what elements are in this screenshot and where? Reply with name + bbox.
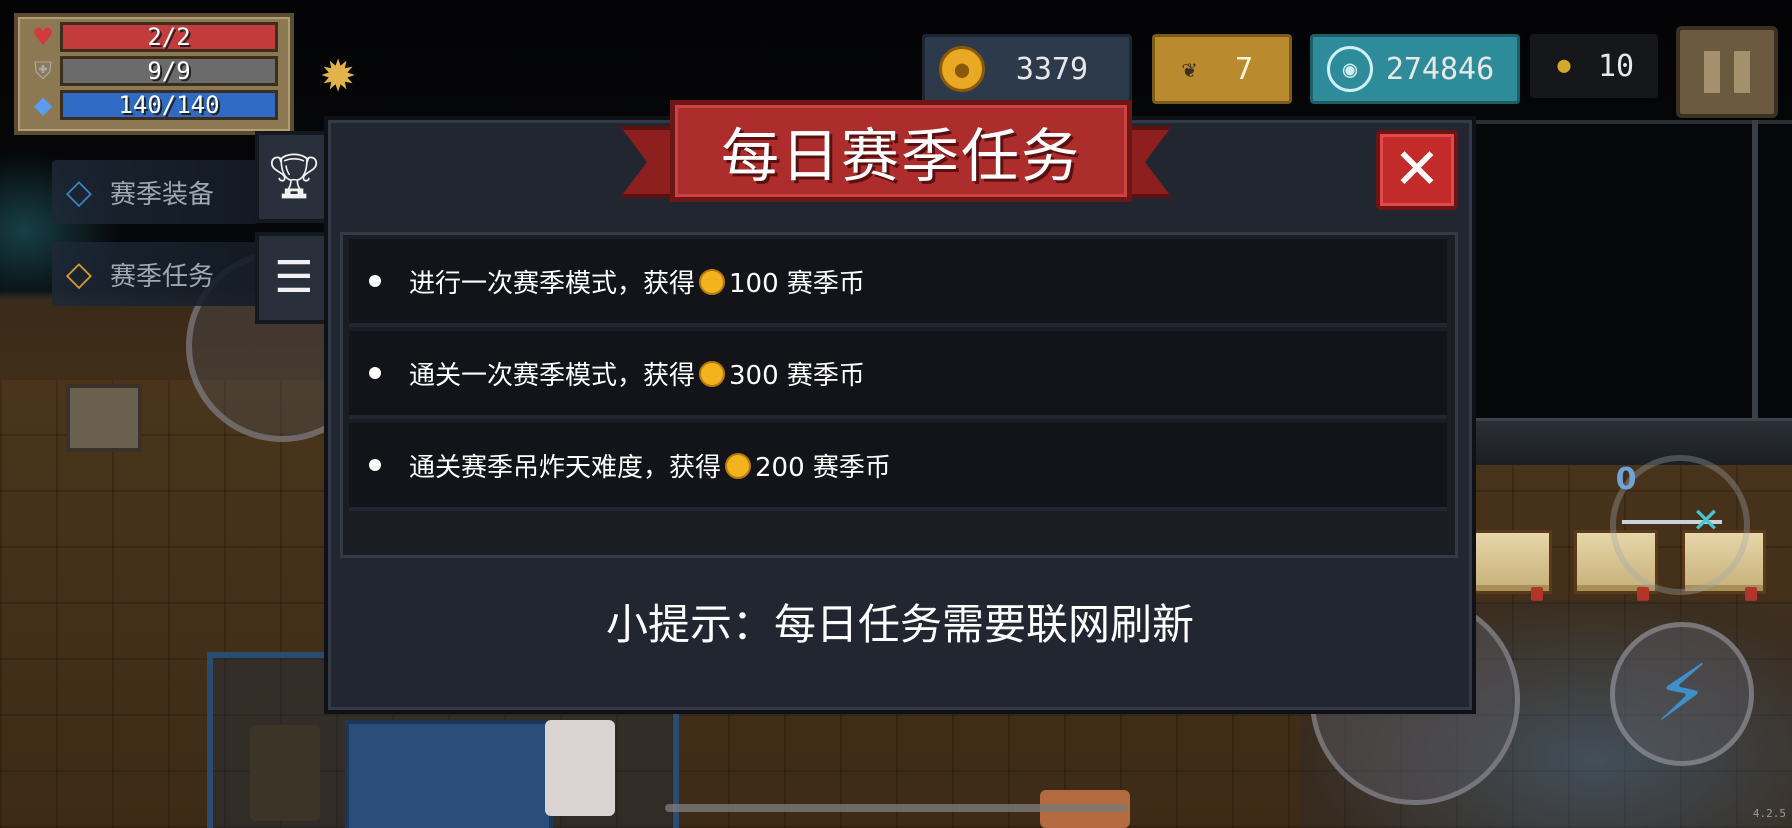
chest[interactable] xyxy=(66,384,142,452)
character-npc[interactable] xyxy=(545,720,615,816)
fish-value: 7 xyxy=(1234,51,1254,87)
coin-icon: ● xyxy=(939,46,985,92)
task-text: 通关赛季吊炸天难度，获得 200 赛季币 xyxy=(409,447,891,484)
home-indicator xyxy=(665,804,1127,812)
pause-icon xyxy=(1734,51,1750,93)
side-item-season-equipment[interactable]: ◇ 赛季装备 xyxy=(52,160,258,224)
energy-bar: 140/140 xyxy=(60,90,278,120)
scroll-item[interactable] xyxy=(1468,530,1552,601)
fish-counter: ❦ 7 xyxy=(1152,34,1292,104)
task-description: 通关赛季吊炸天难度，获得 xyxy=(409,452,722,483)
side-item-season-tasks[interactable]: ◇ 赛季任务 xyxy=(52,242,258,306)
wall-ledge xyxy=(1470,418,1792,465)
pause-button[interactable] xyxy=(1676,26,1778,118)
energy-crystal-icon: ◆ xyxy=(33,91,53,119)
player-stats-panel: ♥ 2/2 ⛨ 9/9 ◆ 140/140 xyxy=(14,13,294,135)
hp-bar: 2/2 xyxy=(60,22,278,52)
coin-value: 3379 xyxy=(1015,51,1089,87)
task-list: 进行一次赛季模式，获得 100 赛季币 通关一次赛季模式，获得 300 赛季币 通关… xyxy=(340,232,1458,558)
heart-icon: ♥ xyxy=(32,23,54,51)
coin-counter: ● 3379 xyxy=(922,34,1132,104)
seed-icon: ● xyxy=(1557,53,1571,78)
close-button[interactable]: ✕ xyxy=(1376,130,1458,210)
task-description: 通关一次赛季模式，获得 xyxy=(409,360,696,391)
list-item: 通关赛季吊炸天难度，获得 200 赛季币 xyxy=(349,423,1447,511)
shield-icon: ⛨ xyxy=(34,57,52,85)
shop-shelf xyxy=(345,720,553,828)
lightning-icon: ⚡ xyxy=(1654,649,1710,739)
right-wall xyxy=(1470,120,1792,424)
weapon-energy-cost: 0 xyxy=(1615,462,1637,497)
list-icon: ☰ xyxy=(274,252,314,303)
buff-icon[interactable]: ✹ xyxy=(309,48,367,106)
tab-trophy[interactable]: 🏆︎ xyxy=(255,131,329,223)
side-item-label: 赛季任务 xyxy=(110,261,215,292)
dialog-title: 每日赛季任务 xyxy=(720,122,1081,190)
gem-icon: ◉ xyxy=(1327,46,1373,92)
seal-icon xyxy=(1745,587,1757,601)
game-screen: ⚡ ✕ 0 4.2.5 ♥ 2/2 ⛨ 9/9 ◆ 140/140 ✹ ● 33… xyxy=(0,0,1792,828)
coin-icon xyxy=(699,361,726,387)
hp-row: ♥ 2/2 xyxy=(26,22,282,52)
armor-bar: 9/9 xyxy=(60,56,278,86)
task-reward-currency: 赛季币 xyxy=(812,452,891,483)
wall-pillar xyxy=(1752,120,1758,420)
task-text: 进行一次赛季模式，获得 100 赛季币 xyxy=(409,263,865,300)
hp-value: 2/2 xyxy=(147,23,191,51)
seed-value: 10 xyxy=(1597,48,1635,84)
pause-icon xyxy=(1704,51,1720,93)
character-npc[interactable] xyxy=(250,725,320,821)
gem-counter: ◉ 274846 xyxy=(1310,34,1520,104)
tab-task-list[interactable]: ☰ xyxy=(255,232,329,324)
coin-icon xyxy=(725,453,752,479)
trophy-icon: 🏆︎ xyxy=(266,151,322,202)
task-text: 通关一次赛季模式，获得 300 赛季币 xyxy=(409,355,865,392)
energy-row: ◆ 140/140 xyxy=(26,90,282,120)
armor-value: 9/9 xyxy=(147,57,191,85)
seal-icon xyxy=(1637,587,1649,601)
energy-value: 140/140 xyxy=(118,91,220,119)
bullet-icon xyxy=(369,367,381,379)
list-item: 通关一次赛季模式，获得 300 赛季币 xyxy=(349,331,1447,419)
diamond-icon: ◇ xyxy=(65,172,93,212)
task-reward-currency: 赛季币 xyxy=(786,360,865,391)
task-description: 进行一次赛季模式，获得 xyxy=(409,268,696,299)
task-reward-amount: 100 xyxy=(729,268,779,299)
armor-row: ⛨ 9/9 xyxy=(26,56,282,86)
bullet-icon xyxy=(369,275,381,287)
task-reward-amount: 200 xyxy=(755,452,805,483)
side-item-label: 赛季装备 xyxy=(110,179,215,210)
version-label: 4.2.5 xyxy=(1752,807,1786,820)
fish-icon: ❦ xyxy=(1181,55,1197,83)
list-item: 进行一次赛季模式，获得 100 赛季币 xyxy=(349,239,1447,327)
task-reward-currency: 赛季币 xyxy=(786,268,865,299)
task-reward-amount: 300 xyxy=(729,360,779,391)
seed-counter: ● 10 xyxy=(1530,34,1658,98)
close-icon: ✕ xyxy=(1393,137,1441,202)
diamond-icon: ◇ xyxy=(65,254,93,294)
gem-value: 274846 xyxy=(1385,51,1495,87)
skill-button[interactable]: ⚡ xyxy=(1610,622,1754,766)
coin-icon xyxy=(699,269,726,295)
seal-icon xyxy=(1531,587,1543,601)
arrow-head-icon: ✕ xyxy=(1691,501,1721,541)
tip-text: 小提示：每日任务需要联网刷新 xyxy=(605,600,1194,649)
title-banner: 每日赛季任务 xyxy=(620,98,1172,212)
bullet-icon xyxy=(369,459,381,471)
ribbon: 每日赛季任务 xyxy=(670,100,1132,202)
